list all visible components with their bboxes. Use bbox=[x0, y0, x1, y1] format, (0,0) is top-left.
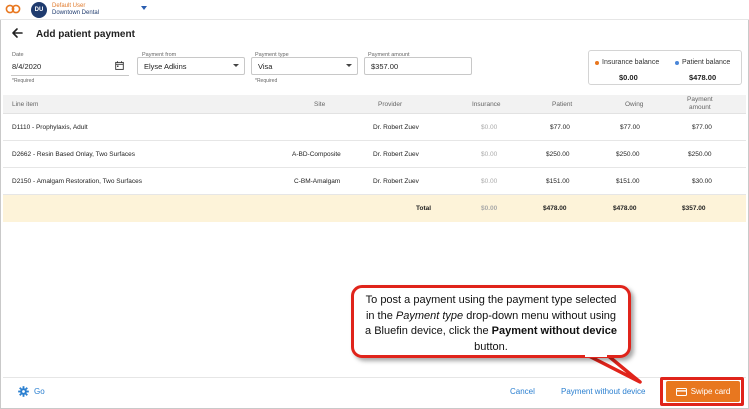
col-owing[interactable]: Owing bbox=[625, 101, 643, 108]
provider: Dr. Robert Zuev bbox=[373, 178, 419, 185]
insurance-balance-value: $0.00 bbox=[619, 73, 638, 82]
provider: Dr. Robert Zuev bbox=[373, 124, 419, 131]
swipe-card-label: Swipe card bbox=[690, 387, 731, 396]
col-patient[interactable]: Patient bbox=[552, 101, 572, 108]
chevron-down-icon[interactable] bbox=[141, 6, 147, 10]
balance-card: Insurance balance $0.00 Patient balance … bbox=[588, 50, 742, 85]
table-row[interactable]: D2150 - Amalgam Restoration, Two Surface… bbox=[3, 168, 746, 195]
col-payment-amount-line2[interactable]: amount bbox=[689, 104, 711, 111]
payment-amount-value: $357.00 bbox=[371, 62, 399, 71]
payment-from-value: Elyse Adkins bbox=[144, 62, 187, 71]
line-item: D2150 - Amalgam Restoration, Two Surface… bbox=[12, 178, 142, 185]
swipe-card-button[interactable]: Swipe card bbox=[666, 381, 740, 402]
app-logo-icon[interactable] bbox=[5, 3, 21, 15]
col-line-item[interactable]: Line item bbox=[12, 101, 38, 108]
gear-icon[interactable] bbox=[18, 386, 29, 397]
callout-pointer-join bbox=[585, 351, 607, 357]
table-row[interactable]: D1110 - Prophylaxis, Adult Dr. Robert Zu… bbox=[3, 114, 746, 141]
line-item: D2662 - Resin Based Onlay, Two Surfaces bbox=[12, 151, 135, 158]
callout-text-bold: Payment without device bbox=[491, 325, 617, 337]
total-row: Total $0.00 $478.00 $478.00 $357.00 bbox=[3, 195, 746, 222]
col-site[interactable]: Site bbox=[314, 101, 325, 108]
credit-card-icon bbox=[675, 387, 687, 396]
provider: Dr. Robert Zuev bbox=[373, 151, 419, 158]
payment-type-required-note: *Required bbox=[255, 78, 278, 84]
go-button[interactable]: Go bbox=[34, 387, 45, 396]
patient-amount: $151.00 bbox=[546, 178, 570, 185]
owing-amount: $250.00 bbox=[616, 151, 640, 158]
cancel-button[interactable]: Cancel bbox=[510, 387, 535, 396]
payment-without-device-button[interactable]: Payment without device bbox=[561, 387, 646, 396]
owing-amount: $151.00 bbox=[616, 178, 640, 185]
payment-amount-input[interactable]: $357.00 bbox=[364, 57, 472, 75]
patient-amount: $77.00 bbox=[550, 124, 570, 131]
site: A-BD-Composite bbox=[292, 151, 341, 158]
total-label: Total bbox=[416, 205, 432, 212]
top-bar: DU Default User Downtown Dental bbox=[0, 0, 749, 20]
insurance-balance-dot bbox=[595, 61, 599, 65]
col-payment-amount-line1[interactable]: Payment bbox=[687, 96, 713, 103]
insurance-amount: $0.00 bbox=[481, 151, 498, 158]
date-required-note: *Required bbox=[12, 78, 35, 84]
chevron-down-icon[interactable] bbox=[233, 64, 239, 67]
total-patient: $478.00 bbox=[543, 205, 567, 212]
user-name[interactable]: Default User bbox=[52, 3, 85, 9]
total-owing: $478.00 bbox=[613, 205, 637, 212]
payment-amount[interactable]: $250.00 bbox=[688, 151, 712, 158]
practice-name[interactable]: Downtown Dental bbox=[52, 10, 99, 16]
back-arrow-icon[interactable] bbox=[10, 26, 24, 40]
table-header: Line item Site Provider Insurance Patien… bbox=[3, 95, 746, 114]
payment-type-value: Visa bbox=[258, 62, 273, 71]
payment-amount[interactable]: $30.00 bbox=[692, 178, 712, 185]
insurance-amount: $0.00 bbox=[481, 124, 498, 131]
patient-amount: $250.00 bbox=[546, 151, 570, 158]
insurance-amount: $0.00 bbox=[481, 178, 498, 185]
total-payment: $357.00 bbox=[682, 205, 706, 212]
site: C-BM-Amalgam bbox=[294, 178, 341, 185]
owing-amount: $77.00 bbox=[620, 124, 640, 131]
patient-balance-label: Patient balance bbox=[682, 59, 731, 66]
chevron-down-icon[interactable] bbox=[346, 64, 352, 67]
payment-amount[interactable]: $77.00 bbox=[692, 124, 712, 131]
patient-balance-value: $478.00 bbox=[689, 73, 717, 82]
col-insurance[interactable]: Insurance bbox=[472, 101, 501, 108]
patient-balance-dot bbox=[675, 61, 679, 65]
payment-from-select[interactable]: Elyse Adkins bbox=[137, 57, 245, 75]
instruction-callout: To post a payment using the payment type… bbox=[351, 285, 631, 358]
date-value: 8/4/2020 bbox=[12, 62, 42, 71]
table-row[interactable]: D2662 - Resin Based Onlay, Two Surfaces … bbox=[3, 141, 746, 168]
line-item: D1110 - Prophylaxis, Adult bbox=[12, 124, 88, 131]
calendar-icon[interactable] bbox=[115, 61, 124, 70]
insurance-balance-label: Insurance balance bbox=[602, 59, 660, 66]
page-title: Add patient payment bbox=[36, 29, 135, 40]
callout-text-italic: Payment type bbox=[395, 309, 464, 322]
total-insurance: $0.00 bbox=[481, 205, 498, 212]
callout-text-5: button. bbox=[474, 340, 508, 353]
avatar[interactable]: DU bbox=[31, 2, 47, 18]
date-field[interactable]: 8/4/2020 bbox=[11, 58, 129, 76]
payment-type-select[interactable]: Visa bbox=[251, 57, 358, 75]
col-provider[interactable]: Provider bbox=[378, 101, 402, 108]
